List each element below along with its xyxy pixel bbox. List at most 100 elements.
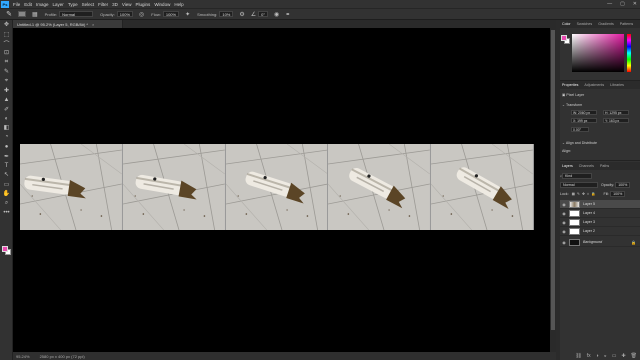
menu-filter[interactable]: Filter — [98, 2, 108, 7]
healing-tool-icon[interactable]: ✚ — [0, 86, 13, 95]
layer-row[interactable]: ◉ Layer 3 — [560, 218, 640, 227]
opacity-input[interactable]: 100% — [116, 11, 134, 17]
image-frames-strip[interactable] — [20, 144, 534, 230]
menu-plugins[interactable]: Plugins — [136, 2, 151, 7]
layer-row[interactable]: ◉ Background 🔒 — [560, 238, 640, 247]
menu-3d[interactable]: 3D — [112, 2, 118, 7]
tab-paths[interactable]: Paths — [600, 164, 609, 168]
color-panel-foreground-swatch[interactable] — [561, 35, 567, 41]
pen-tool-icon[interactable]: ✒ — [0, 151, 13, 160]
minimize-icon[interactable]: — — [607, 1, 612, 7]
link-layers-icon[interactable]: ⛓ — [575, 353, 581, 359]
layer-row[interactable]: ◉ Layer 2 — [560, 227, 640, 236]
layer-row[interactable]: ◉ Layer 4 — [560, 209, 640, 218]
close-tab-icon[interactable]: × — [92, 22, 94, 27]
clone-stamp-tool-icon[interactable]: ✐ — [0, 105, 13, 114]
more-tools-icon[interactable]: ••• — [0, 208, 13, 217]
angle-input[interactable]: 0° — [258, 11, 268, 17]
angle-field[interactable]: 0.00° — [571, 127, 589, 132]
eraser-tool-icon[interactable]: ◧ — [0, 123, 13, 132]
eye-icon[interactable]: ◉ — [561, 202, 567, 207]
eye-icon[interactable]: ◉ — [561, 220, 567, 225]
object-select-tool-icon[interactable]: ⊡ — [0, 48, 13, 57]
profile-select[interactable]: Normal — [59, 11, 94, 17]
y-position-field[interactable]: Y: 163 px — [603, 118, 629, 123]
fx-icon[interactable]: fx — [587, 353, 591, 359]
smoothing-input[interactable]: 10% — [219, 11, 234, 17]
eye-icon[interactable]: ◉ — [561, 240, 567, 245]
symmetry-icon[interactable]: ⚭ — [285, 11, 290, 18]
menu-view[interactable]: View — [122, 2, 132, 7]
photoshop-logo-icon[interactable]: Ps — [1, 0, 9, 8]
menu-type[interactable]: Type — [68, 2, 78, 7]
rectangle-tool-icon[interactable]: ▭ — [0, 180, 13, 189]
zoom-level[interactable]: 95.24% — [16, 354, 30, 359]
close-window-icon[interactable]: ✕ — [633, 1, 637, 7]
transform-section-header[interactable]: ⌄ Transform — [562, 103, 582, 107]
history-brush-tool-icon[interactable]: ◐ — [0, 114, 13, 123]
document-tab[interactable]: Untitled-1 @ 95.2% (Layer 5, RGB/8#) * × — [13, 20, 123, 28]
move-tool-icon[interactable]: ✥ — [0, 20, 13, 29]
maximize-icon[interactable]: ▢ — [620, 1, 625, 7]
blend-mode-select[interactable]: Normal — [560, 182, 598, 188]
gradient-tool-icon[interactable]: ◔ — [0, 133, 13, 142]
pressure-size-icon[interactable]: ◉ — [274, 11, 279, 18]
color-picker-field[interactable] — [572, 34, 624, 72]
layer-row[interactable]: ◉ Layer 5 — [560, 200, 640, 209]
blur-tool-icon[interactable]: ● — [0, 142, 13, 151]
path-select-tool-icon[interactable]: ↖ — [0, 170, 13, 179]
eyedropper-tool-icon[interactable]: ⌖ — [0, 76, 13, 85]
new-layer-icon[interactable]: ✚ — [621, 353, 625, 359]
menu-help[interactable]: Help — [174, 2, 183, 7]
layer-kind-filter[interactable]: Kind — [562, 173, 593, 179]
brush-tool-preset-icon[interactable]: ✎ — [4, 10, 14, 19]
menu-file[interactable]: File — [13, 2, 20, 7]
width-field[interactable]: W: 2060 px — [571, 110, 597, 115]
tab-layers[interactable]: Layers — [562, 164, 573, 168]
smoothing-gear-icon[interactable]: ⚙ — [239, 11, 244, 18]
lasso-tool-icon[interactable]: ⌒ — [0, 39, 13, 48]
menu-edit[interactable]: Edit — [24, 2, 32, 7]
layer-thumbnail — [569, 218, 580, 226]
hand-tool-icon[interactable]: ✋ — [0, 189, 13, 198]
marquee-tool-icon[interactable]: ⬚ — [0, 29, 13, 38]
tab-adjustments[interactable]: Adjustments — [584, 83, 604, 87]
airbrush-icon[interactable]: ✦ — [185, 11, 190, 18]
hue-slider[interactable] — [627, 34, 631, 72]
tab-swatches[interactable]: Swatches — [577, 22, 593, 26]
tab-color[interactable]: Color — [562, 22, 571, 26]
tab-channels[interactable]: Channels — [579, 164, 594, 168]
mask-icon[interactable]: ◑ — [596, 353, 599, 359]
tab-patterns[interactable]: Patterns — [620, 22, 633, 26]
brush-size-picker[interactable] — [18, 11, 26, 17]
crop-tool-icon[interactable]: ⌗ — [0, 58, 13, 67]
menu-window[interactable]: Window — [154, 2, 170, 7]
frame-tool-icon[interactable]: ✎ — [0, 67, 13, 76]
tab-gradients[interactable]: Gradients — [598, 22, 614, 26]
align-section-header[interactable]: ⌄ Align and Distribute — [562, 141, 597, 145]
lock-icon[interactable]: 🔒 — [631, 240, 636, 245]
layer-opacity-input[interactable]: 100% — [615, 182, 631, 188]
group-icon[interactable]: ▭ — [612, 353, 617, 359]
vertical-scrollbar-thumb[interactable] — [551, 30, 555, 330]
menu-image[interactable]: Image — [36, 2, 49, 7]
menu-select[interactable]: Select — [82, 2, 95, 7]
brush-settings-icon[interactable]: ▦ — [32, 11, 38, 18]
tab-properties[interactable]: Properties — [562, 83, 578, 87]
eye-icon[interactable]: ◉ — [561, 211, 567, 216]
lock-options-icon[interactable]: ▦✎✥⌗🔒 — [572, 192, 598, 196]
zoom-tool-icon[interactable]: ⌕ — [0, 198, 13, 207]
foreground-color-swatch[interactable] — [2, 246, 8, 252]
brush-tool-icon[interactable]: ▲ — [0, 95, 13, 104]
fill-input[interactable]: 100% — [610, 191, 626, 197]
type-tool-icon[interactable]: T — [0, 161, 13, 170]
trash-icon[interactable]: 🗑 — [631, 353, 637, 359]
eye-icon[interactable]: ◉ — [561, 229, 567, 234]
adjustment-layer-icon[interactable]: ◒ — [604, 353, 607, 359]
flow-input[interactable]: 100% — [162, 11, 180, 17]
pressure-opacity-icon[interactable]: ◎ — [139, 11, 144, 18]
height-field[interactable]: H: 1295 px — [603, 110, 629, 115]
menu-layer[interactable]: Layer — [53, 2, 64, 7]
x-position-field[interactable]: X: 199 px — [571, 118, 597, 123]
tab-libraries[interactable]: Libraries — [610, 83, 624, 87]
